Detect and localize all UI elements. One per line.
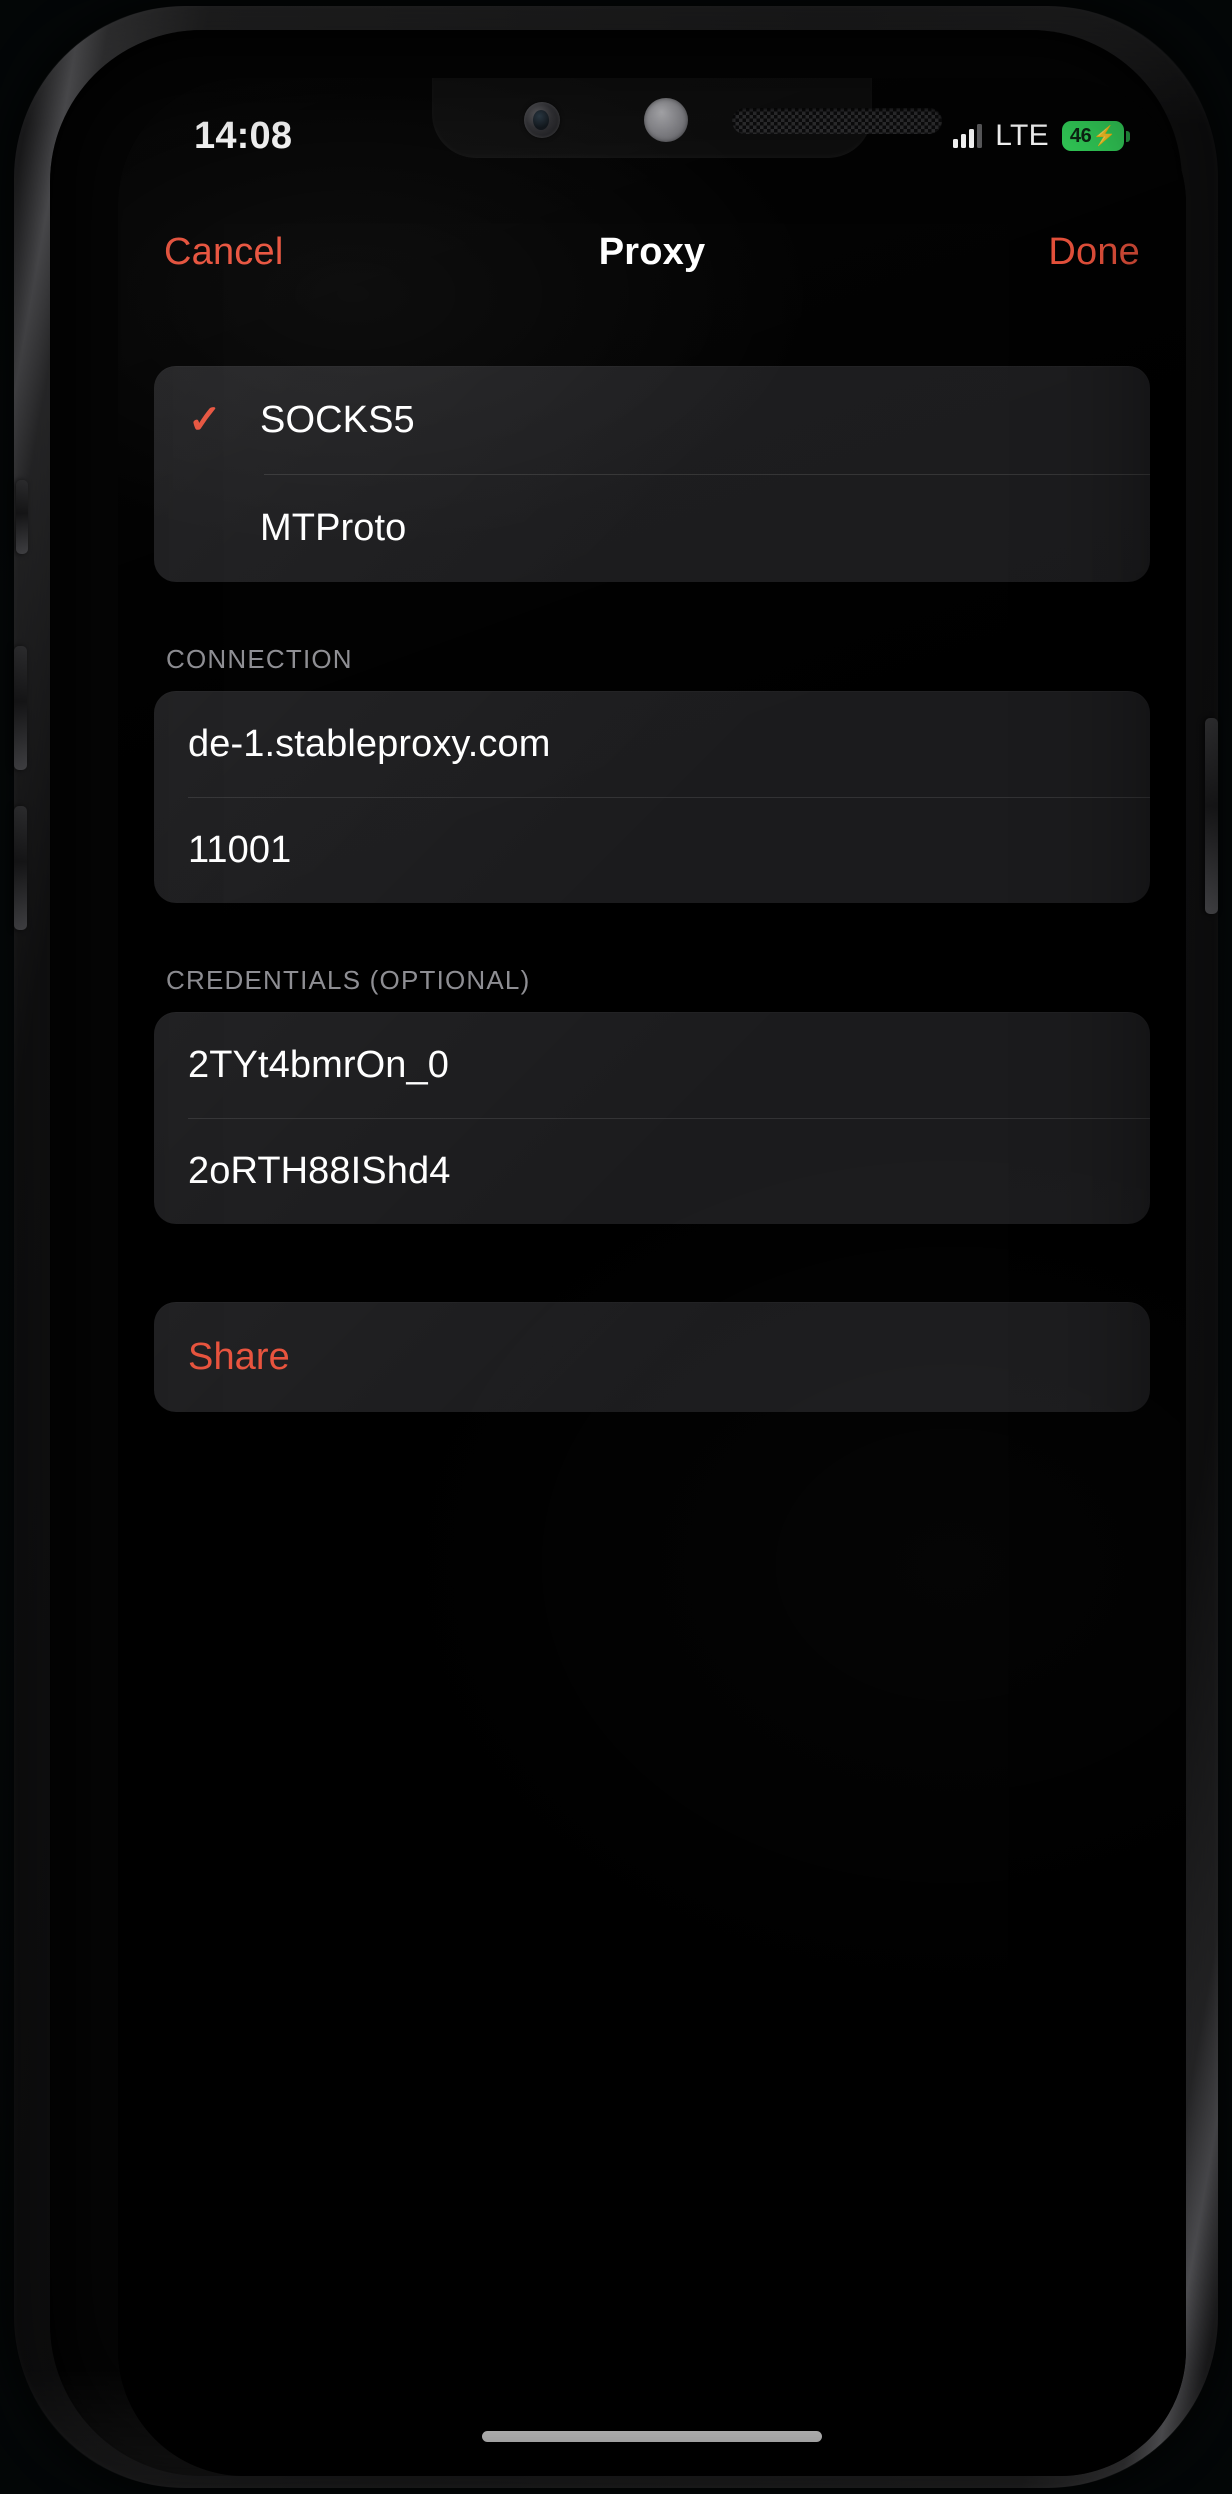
proxy-type-label: SOCKS5 (260, 398, 415, 441)
share-group: Share (154, 1302, 1150, 1412)
cellular-signal-icon (953, 124, 983, 148)
connection-section-header: CONNECTION (166, 644, 353, 674)
port-field-row[interactable]: 11001 (154, 797, 1150, 903)
volume-up-button[interactable] (14, 646, 27, 770)
password-input[interactable]: 2oRTH88IShd4 (188, 1150, 450, 1193)
username-input[interactable]: 2TYt4bmrOn_0 (188, 1044, 449, 1087)
proxy-settings-screen: Cancel Proxy Done ✓ SOCKS5 MTProto CONNE… (118, 78, 1186, 2476)
navigation-bar: Cancel Proxy Done (118, 196, 1186, 308)
silent-switch-button[interactable] (16, 480, 28, 554)
battery-icon: 46 ⚡ (1062, 121, 1130, 151)
server-input[interactable]: de-1.stableproxy.com (188, 723, 550, 766)
network-type-label: LTE (995, 119, 1049, 152)
username-field-row[interactable]: 2TYt4bmrOn_0 (154, 1012, 1150, 1118)
done-button[interactable]: Done (1048, 231, 1140, 274)
proxy-type-option-socks5[interactable]: ✓ SOCKS5 (154, 366, 1150, 474)
server-field-row[interactable]: de-1.stableproxy.com (154, 691, 1150, 797)
connection-group: de-1.stableproxy.com 11001 (154, 691, 1150, 903)
cancel-button[interactable]: Cancel (164, 231, 284, 274)
credentials-section-header: CREDENTIALS (OPTIONAL) (166, 965, 531, 995)
screen-bezel: 14:08 LTE 46 ⚡ Cancel Proxy Done ✓ SOCKS… (50, 30, 1186, 2476)
proxy-type-option-mtproto[interactable]: MTProto (154, 474, 1150, 582)
power-side-button[interactable] (1205, 718, 1218, 914)
proxy-type-group: ✓ SOCKS5 MTProto (154, 366, 1150, 582)
photo-backdrop: 14:08 LTE 46 ⚡ Cancel Proxy Done ✓ SOCKS… (0, 0, 1232, 2494)
status-bar-indicators: LTE 46 ⚡ (953, 119, 1130, 153)
phone-screen: 14:08 LTE 46 ⚡ Cancel Proxy Done ✓ SOCKS… (118, 78, 1186, 2476)
volume-down-button[interactable] (14, 806, 27, 930)
proxy-type-label: MTProto (260, 506, 407, 549)
password-field-row[interactable]: 2oRTH88IShd4 (154, 1118, 1150, 1224)
port-input[interactable]: 11001 (188, 829, 291, 872)
status-bar-clock: 14:08 (194, 114, 293, 157)
share-button[interactable]: Share (154, 1302, 1150, 1412)
charging-bolt-icon: ⚡ (1092, 125, 1117, 147)
share-button-label: Share (188, 1335, 290, 1378)
status-bar: 14:08 LTE 46 ⚡ (118, 78, 1186, 168)
battery-percent-label: 46 (1069, 124, 1092, 147)
phone-device-frame: 14:08 LTE 46 ⚡ Cancel Proxy Done ✓ SOCKS… (14, 6, 1218, 2488)
checkmark-icon: ✓ (188, 398, 222, 442)
credentials-group: 2TYt4bmrOn_0 2oRTH88IShd4 (154, 1012, 1150, 1224)
home-indicator[interactable] (482, 2431, 822, 2442)
